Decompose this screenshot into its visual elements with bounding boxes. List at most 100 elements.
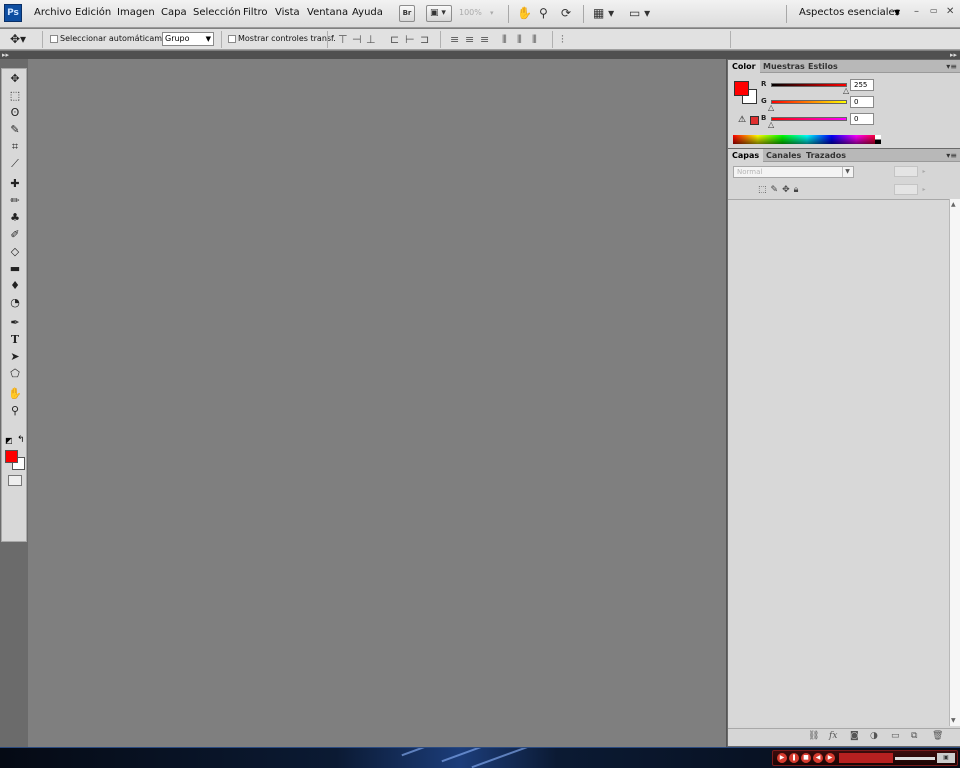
auto-select-dropdown[interactable]: Grupo ▼ (162, 32, 214, 46)
shape-tool-icon[interactable]: ⬠ (6, 366, 24, 382)
move-tool-icon[interactable]: ✥ (6, 71, 24, 87)
type-tool-icon[interactable]: T (6, 332, 24, 348)
photoshop-logo[interactable]: Ps (4, 4, 22, 22)
auto-align-layers-icon[interactable]: ⫶ (561, 33, 564, 47)
align-top-edges-icon[interactable]: ⊤ (338, 33, 348, 46)
slider-track-r[interactable] (771, 83, 847, 87)
layer-style-icon[interactable]: fx (829, 731, 837, 741)
panel-menu-icon[interactable]: ▾≡ (946, 151, 957, 160)
dodge-tool-icon[interactable]: ◔ (6, 295, 24, 311)
arrange-documents-icon[interactable]: ▦ ▾ (593, 6, 614, 20)
menu-edicion[interactable]: Edición (75, 7, 111, 18)
eraser-tool-icon[interactable]: ◇ (6, 244, 24, 260)
slider-value-r[interactable]: 255 (850, 79, 874, 91)
lock-image-pixels-icon[interactable]: ✎ (771, 185, 783, 195)
distribute-top-icon[interactable]: ≡ (450, 33, 459, 46)
marquee-tool-icon[interactable]: ⬚ (6, 88, 24, 104)
menu-ayuda[interactable]: Ayuda (352, 7, 383, 18)
clone-stamp-tool-icon[interactable]: ♣ (6, 210, 24, 226)
distribute-bottom-icon[interactable]: ≡ (480, 33, 489, 46)
blur-tool-icon[interactable]: ♦ (6, 278, 24, 294)
gamut-warning-icon[interactable]: ⚠ (738, 115, 746, 125)
add-mask-icon[interactable]: ◙ (850, 731, 859, 741)
view-extras-icon[interactable]: ▣ ▾ (426, 5, 452, 22)
lock-transparent-pixels-icon[interactable]: ⬚ (758, 185, 771, 195)
panel-menu-icon[interactable]: ▾≡ (946, 62, 957, 71)
transform-controls-checkbox[interactable] (228, 35, 236, 43)
slider-thumb-b[interactable]: △ (768, 121, 774, 129)
menu-seleccion[interactable]: Selección (193, 7, 241, 18)
hand-tool-icon[interactable]: ✋ (6, 386, 24, 402)
eyedropper-tool-icon[interactable]: ⟋ (6, 156, 24, 172)
path-selection-tool-icon[interactable]: ➤ (6, 349, 24, 365)
media-play-icon[interactable]: ▶ (777, 753, 787, 763)
lock-all-icon[interactable]: 🔒︎ (794, 185, 803, 195)
tab-capas[interactable]: Capas (728, 149, 764, 162)
move-tool-preset-icon[interactable]: ✥▾ (10, 32, 26, 46)
distribute-hcenter-icon[interactable]: ⦀ (517, 33, 522, 47)
color-spectrum-bar[interactable] (733, 135, 881, 144)
media-prev-icon[interactable]: ◀ (813, 753, 823, 763)
scroll-up-icon[interactable]: ▲ (951, 201, 956, 208)
document-canvas-area[interactable] (28, 59, 726, 747)
distribute-left-icon[interactable]: ⦀ (502, 33, 507, 47)
media-next-icon[interactable]: ▶ (825, 753, 835, 763)
slider-thumb-g[interactable]: △ (768, 104, 774, 112)
chevron-down-icon[interactable]: ▼ (894, 8, 900, 17)
black-white-picker[interactable] (875, 135, 881, 144)
new-layer-icon[interactable]: ⧉ (911, 731, 917, 741)
collapse-panels-icon[interactable]: ▸▸ (950, 51, 957, 59)
tab-canales[interactable]: Canales (762, 149, 805, 162)
align-left-edges-icon[interactable]: ⊏ (390, 33, 399, 46)
panel-foreground-swatch[interactable] (734, 81, 749, 96)
quick-selection-tool-icon[interactable]: ✎ (6, 122, 24, 138)
align-right-edges-icon[interactable]: ⊐ (420, 33, 429, 46)
link-layers-icon[interactable]: ⛓ (808, 731, 819, 741)
fill-slider-arrow-icon[interactable]: ▸ (919, 184, 929, 195)
media-restore-icon[interactable]: ▣ (937, 753, 955, 763)
rotate-view-icon[interactable]: ⟳ (561, 6, 571, 20)
menu-filtro[interactable]: Filtro (243, 7, 268, 18)
minimize-icon[interactable]: – (914, 6, 919, 17)
brush-tool-icon[interactable]: ✏ (6, 193, 24, 209)
quick-mask-icon[interactable] (8, 475, 22, 486)
auto-select-checkbox[interactable] (50, 35, 58, 43)
slider-thumb-r[interactable]: △ (843, 87, 849, 95)
history-brush-tool-icon[interactable]: ✐ (6, 227, 24, 243)
layers-scrollbar[interactable]: ▲ ▼ (949, 199, 960, 726)
media-progress-bar[interactable] (895, 757, 935, 760)
healing-brush-tool-icon[interactable]: ✚ (6, 176, 24, 192)
lock-position-icon[interactable]: ✥ (782, 185, 794, 195)
close-icon[interactable]: ✕ (946, 6, 954, 17)
maximize-icon[interactable]: ▭ (930, 6, 938, 15)
layers-list[interactable] (728, 199, 949, 726)
swap-colors-icon[interactable]: ↰ (17, 435, 25, 445)
hand-icon[interactable]: ✋ (517, 6, 532, 20)
distribute-right-icon[interactable]: ⦀ (532, 33, 537, 47)
tab-estilos[interactable]: Estilos (804, 60, 842, 73)
align-horizontal-centers-icon[interactable]: ⊢ (405, 33, 415, 46)
slider-track-b[interactable] (771, 117, 847, 121)
gamut-color-swatch[interactable] (750, 116, 759, 125)
lasso-tool-icon[interactable]: ʘ (6, 105, 24, 121)
opacity-slider-arrow-icon[interactable]: ▸ (919, 166, 929, 177)
opacity-field[interactable] (894, 166, 918, 177)
align-vertical-centers-icon[interactable]: ⊣ (352, 33, 362, 46)
slider-value-b[interactable]: 0 (850, 113, 874, 125)
fill-field[interactable] (894, 184, 918, 195)
slider-value-g[interactable]: 0 (850, 96, 874, 108)
blend-mode-dropdown[interactable]: Normal ▼ (733, 166, 854, 178)
bridge-icon[interactable]: Br (399, 5, 415, 22)
menu-ventana[interactable]: Ventana (307, 7, 348, 18)
new-group-icon[interactable]: ▭ (891, 731, 900, 741)
menu-imagen[interactable]: Imagen (117, 7, 155, 18)
foreground-color-swatch[interactable] (5, 450, 18, 463)
tab-color[interactable]: Color (728, 60, 760, 73)
workspace-switcher[interactable]: Aspectos esenciales (799, 7, 900, 18)
tab-trazados[interactable]: Trazados (802, 149, 850, 162)
media-stop-icon[interactable]: ■ (801, 753, 811, 763)
gradient-tool-icon[interactable]: ▬ (6, 261, 24, 277)
adjustment-layer-icon[interactable]: ◑ (870, 731, 878, 741)
crop-tool-icon[interactable]: ⌗ (6, 139, 24, 155)
tab-muestras[interactable]: Muestras (759, 60, 809, 73)
